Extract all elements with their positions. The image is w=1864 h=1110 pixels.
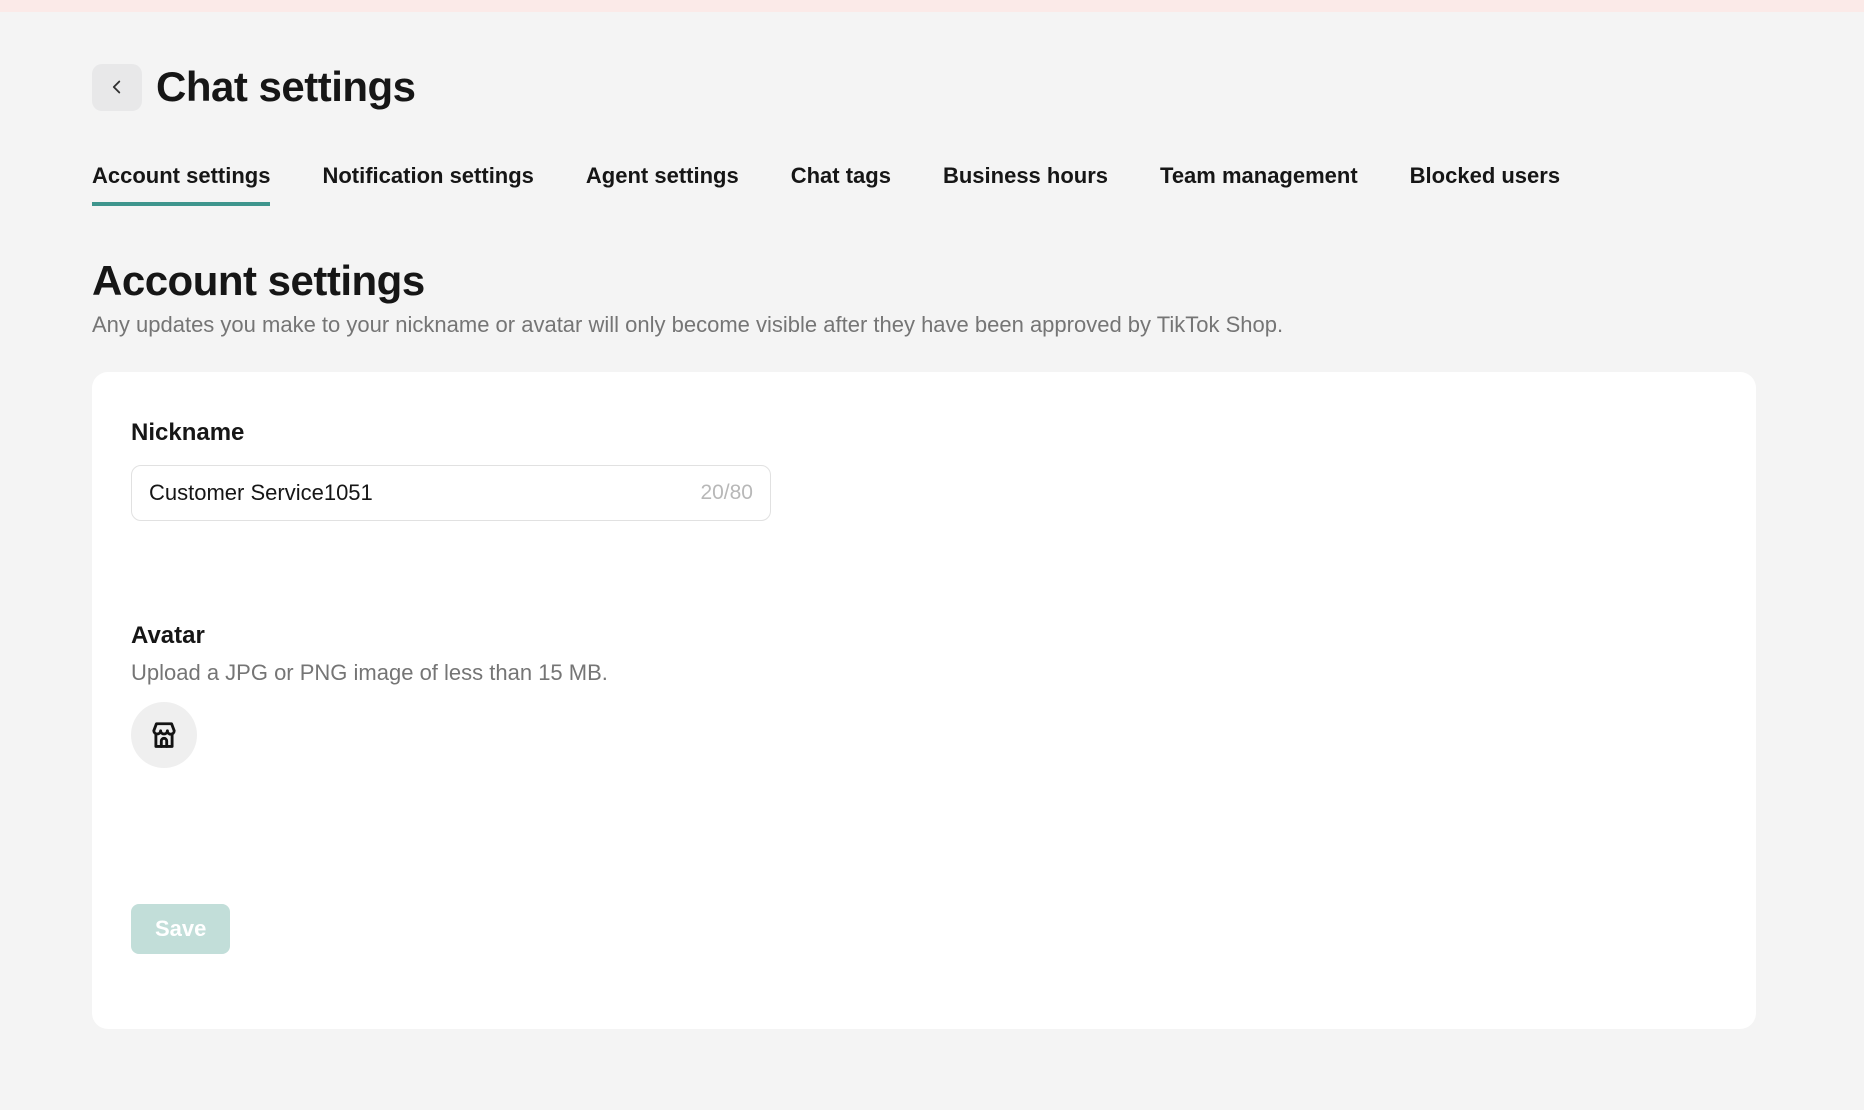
avatar-label: Avatar [131, 622, 1716, 650]
tab-team-management[interactable]: Team management [1160, 163, 1358, 206]
chevron-left-icon [106, 76, 128, 98]
storefront-icon [146, 717, 182, 753]
back-button[interactable] [92, 64, 142, 111]
avatar-hint: Upload a JPG or PNG image of less than 1… [131, 660, 1716, 686]
page-header: Chat settings [92, 63, 1756, 111]
page-title: Chat settings [156, 63, 416, 111]
nickname-input-wrapper: 20/80 [131, 465, 771, 521]
nickname-input[interactable] [149, 480, 688, 506]
page-content: Chat settings Account settings Notificat… [92, 63, 1756, 1029]
save-button[interactable]: Save [131, 904, 230, 954]
tab-notification-settings[interactable]: Notification settings [322, 163, 533, 206]
tab-agent-settings[interactable]: Agent settings [586, 163, 739, 206]
avatar-field: Avatar Upload a JPG or PNG image of less… [131, 622, 1716, 768]
section-heading: Account settings [92, 257, 1756, 305]
avatar-upload-button[interactable] [131, 702, 197, 768]
nickname-field: Nickname 20/80 [131, 419, 1716, 521]
tab-blocked-users[interactable]: Blocked users [1410, 163, 1560, 206]
tab-business-hours[interactable]: Business hours [943, 163, 1108, 206]
nickname-char-counter: 20/80 [700, 481, 753, 505]
top-notification-bar [0, 0, 1864, 12]
settings-tab-bar: Account settings Notification settings A… [92, 163, 1756, 206]
tab-account-settings[interactable]: Account settings [92, 163, 270, 206]
section-description: Any updates you make to your nickname or… [92, 311, 1756, 339]
nickname-label: Nickname [131, 419, 1716, 447]
account-settings-card: Nickname 20/80 Avatar Upload a JPG or PN… [92, 372, 1756, 1029]
tab-chat-tags[interactable]: Chat tags [791, 163, 891, 206]
